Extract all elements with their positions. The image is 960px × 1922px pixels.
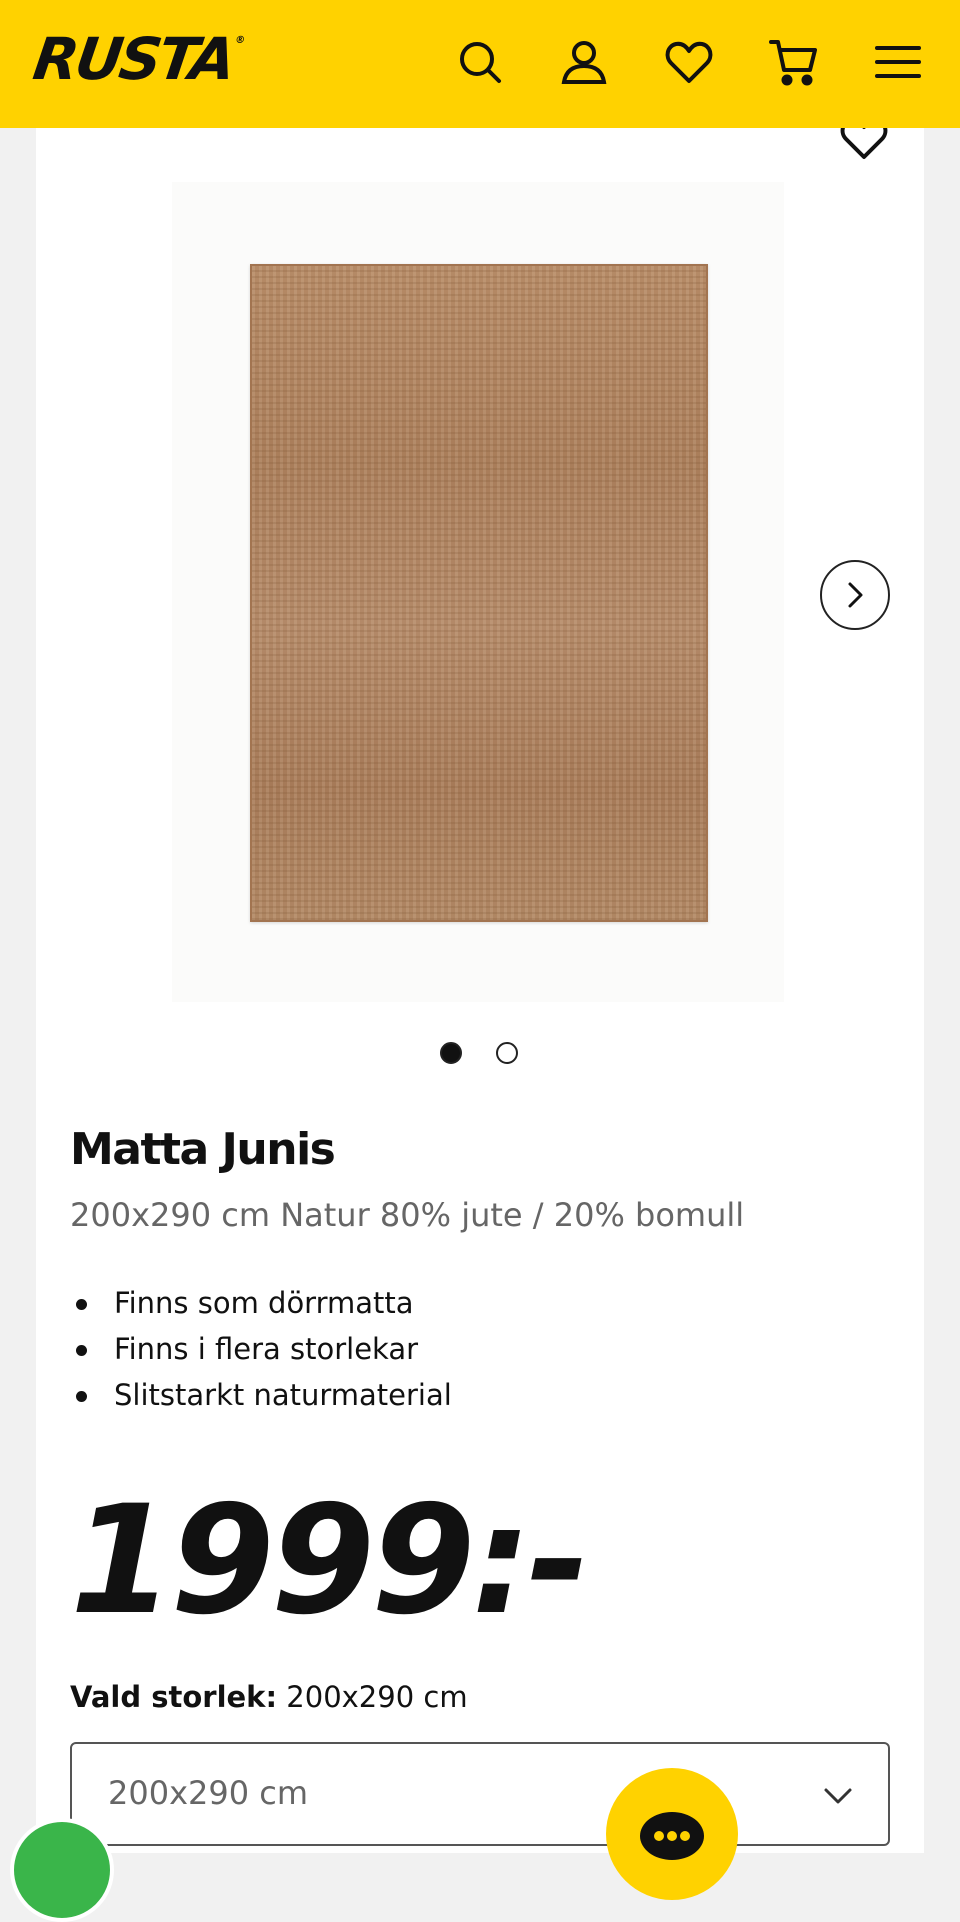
pagination-dot-2[interactable]: [496, 1042, 518, 1064]
chat-bubble-icon: [640, 1812, 704, 1860]
image-pagination: [440, 1042, 518, 1064]
next-image-button[interactable]: [820, 560, 890, 630]
feature-item: Finns i flera storlekar: [70, 1326, 452, 1372]
wishlist-icon[interactable]: [661, 34, 717, 90]
trust-badge-icon[interactable]: [10, 1818, 114, 1922]
chat-button[interactable]: [606, 1768, 738, 1900]
product-title: Matta Junis: [70, 1124, 336, 1175]
site-header: RUSTA®: [0, 0, 960, 128]
size-select-value: 200x290 cm: [108, 1774, 309, 1812]
pagination-dot-1[interactable]: [440, 1042, 462, 1064]
chevron-down-icon: [824, 1788, 852, 1804]
feature-item: Finns som dörrmatta: [70, 1280, 452, 1326]
menu-icon[interactable]: [870, 34, 926, 90]
product-price: 1999:-: [70, 1474, 590, 1648]
product-subtitle: 200x290 cm Natur 80% jute / 20% bomull: [70, 1196, 745, 1234]
selected-size-caption: Vald storlek:: [70, 1680, 278, 1714]
cart-icon[interactable]: [766, 34, 822, 90]
selected-size-label: Vald storlek: 200x290 cm: [70, 1680, 468, 1714]
selected-size-value: 200x290 cm: [286, 1680, 468, 1714]
size-select[interactable]: 200x290 cm: [70, 1742, 890, 1846]
rusta-logo[interactable]: RUSTA®: [29, 25, 247, 93]
account-icon[interactable]: [556, 34, 612, 90]
chevron-right-icon: [848, 582, 863, 608]
feature-item: Slitstarkt naturmaterial: [70, 1372, 452, 1418]
product-image-rug[interactable]: [250, 264, 708, 922]
search-icon[interactable]: [452, 34, 508, 90]
product-features: Finns som dörrmatta Finns i flera storle…: [70, 1280, 452, 1418]
